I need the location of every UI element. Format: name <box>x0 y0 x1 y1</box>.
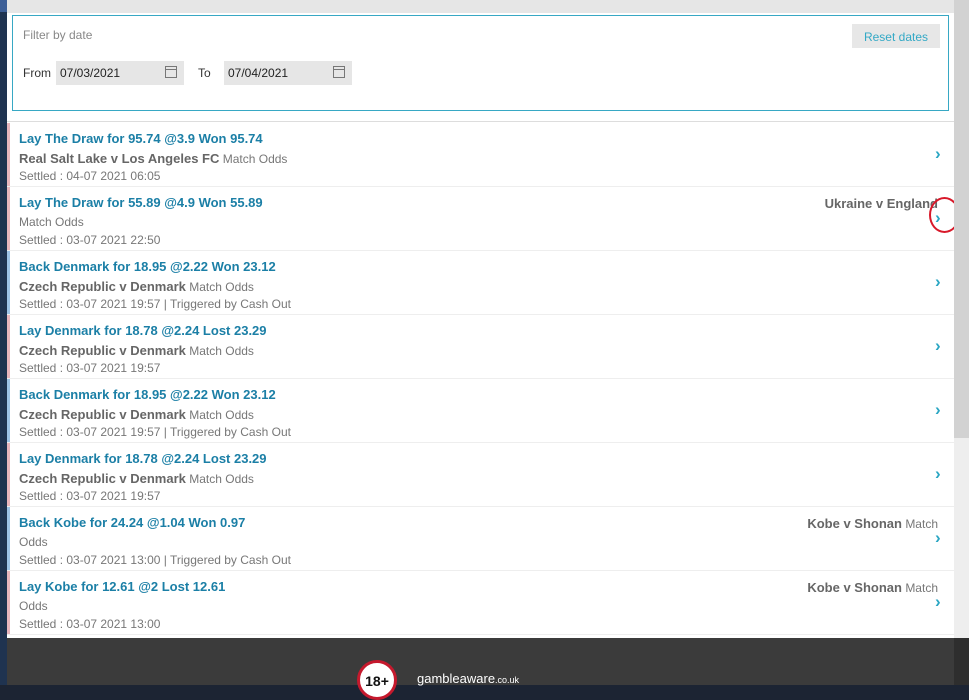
market-name: Match Odds <box>189 344 254 358</box>
event-name: Kobe v Shonan <box>807 516 902 531</box>
settled-text: Settled : 03-07 2021 13:00 <box>19 617 161 631</box>
market-name: Match Odds <box>222 152 288 166</box>
bet-title[interactable]: Back Kobe for 24.24 @1.04 Won 0.97 <box>19 515 245 530</box>
to-date-field[interactable] <box>224 61 352 85</box>
chevron-right-icon[interactable]: › <box>935 401 946 418</box>
bet-title[interactable]: Lay The Draw for 95.74 @3.9 Won 95.74 <box>19 131 263 146</box>
market-name: Match Odds <box>189 280 254 294</box>
chevron-right-icon[interactable]: › <box>935 145 946 162</box>
event-name: Czech Republic v Denmark <box>19 279 186 294</box>
settled-text: Settled : 03-07 2021 19:57 | Triggered b… <box>19 425 291 439</box>
market-name: Match <box>905 581 938 595</box>
bet-title[interactable]: Lay The Draw for 55.89 @4.9 Won 55.89 <box>19 195 263 210</box>
event-name: Czech Republic v Denmark <box>19 471 186 486</box>
chevron-right-icon[interactable]: › <box>935 465 946 482</box>
settled-text: Settled : 03-07 2021 19:57 <box>19 489 161 503</box>
event-name: Czech Republic v Denmark <box>19 343 186 358</box>
calendar-icon[interactable] <box>333 66 345 78</box>
divider <box>7 121 954 122</box>
status-bar <box>7 507 10 570</box>
chevron-right-icon[interactable]: › <box>935 337 946 354</box>
market-name: Match Odds <box>189 472 254 486</box>
chevron-right-icon[interactable]: › <box>935 273 946 290</box>
settled-text: Settled : 03-07 2021 19:57 <box>19 361 161 375</box>
settled-text: Settled : 04-07 2021 06:05 <box>19 169 161 183</box>
bet-row[interactable]: Lay The Draw for 95.74 @3.9 Won 95.74 Rea… <box>7 123 954 187</box>
bet-row[interactable]: Lay Kobe for 12.61 @2 Lost 12.61 Kobe v S… <box>7 571 954 635</box>
status-bar <box>7 443 10 506</box>
market-continued: Match Odds <box>19 215 84 229</box>
bet-row[interactable]: Lay Denmark for 18.78 @2.24 Lost 23.29 Cz… <box>7 315 954 379</box>
filter-label: Filter by date <box>23 28 93 42</box>
bet-row[interactable]: Lay Denmark for 18.78 @2.24 Lost 23.29 Cz… <box>7 443 954 507</box>
bet-history-panel: Filter by date Reset dates From To Lay T… <box>7 0 960 638</box>
event-info: Kobe v Shonan Match <box>807 580 938 595</box>
top-bar <box>7 0 954 13</box>
footer: 18+ gambleaware.co.uk <box>7 638 954 700</box>
settled-text: Settled : 03-07 2021 22:50 <box>19 233 161 247</box>
scrollbar-thumb[interactable] <box>954 0 969 438</box>
bet-title[interactable]: Back Denmark for 18.95 @2.22 Won 23.12 <box>19 259 276 274</box>
from-date-field[interactable] <box>56 61 184 85</box>
status-bar <box>7 571 10 634</box>
background-strip <box>0 0 7 685</box>
status-bar <box>7 187 10 250</box>
bet-row[interactable]: Back Denmark for 18.95 @2.22 Won 23.12 Cz… <box>7 379 954 443</box>
calendar-icon[interactable] <box>165 66 177 78</box>
from-label: From <box>23 66 51 80</box>
settled-text: Settled : 03-07 2021 19:57 | Triggered b… <box>19 297 291 311</box>
chevron-right-icon[interactable]: › <box>935 529 946 546</box>
age-badge: 18+ <box>357 660 397 700</box>
to-label: To <box>198 66 211 80</box>
status-bar <box>7 379 10 442</box>
event-info: Czech Republic v Denmark Match Odds <box>19 343 254 358</box>
market-name: Match Odds <box>189 408 254 422</box>
bet-row[interactable]: Back Kobe for 24.24 @1.04 Won 0.97 Kobe v… <box>7 507 954 571</box>
status-bar <box>7 123 10 186</box>
status-bar <box>7 315 10 378</box>
event-name: Czech Republic v Denmark <box>19 407 186 422</box>
event-info: Ukraine v England <box>825 196 938 211</box>
market-continued: Odds <box>19 535 48 549</box>
event-info: Real Salt Lake v Los Angeles FC Match Od… <box>19 151 287 166</box>
bet-list: Lay The Draw for 95.74 @3.9 Won 95.74 Rea… <box>7 123 960 635</box>
market-name: Match <box>905 517 938 531</box>
to-date-input[interactable] <box>228 64 318 82</box>
event-info: Czech Republic v Denmark Match Odds <box>19 279 254 294</box>
bet-title[interactable]: Lay Denmark for 18.78 @2.24 Lost 23.29 <box>19 323 267 338</box>
event-name: Kobe v Shonan <box>807 580 902 595</box>
from-date-input[interactable] <box>60 64 150 82</box>
gambleaware-suffix: .co.uk <box>495 675 520 685</box>
bet-row[interactable]: Lay The Draw for 55.89 @4.9 Won 55.89 Ukr… <box>7 187 960 251</box>
event-name: Ukraine v England <box>824 196 938 211</box>
event-info: Kobe v Shonan Match <box>807 516 938 531</box>
event-info: Czech Republic v Denmark Match Odds <box>19 471 254 486</box>
status-bar <box>7 251 10 314</box>
chevron-right-icon[interactable]: › <box>935 593 946 610</box>
bet-title[interactable]: Lay Denmark for 18.78 @2.24 Lost 23.29 <box>19 451 267 466</box>
event-info: Czech Republic v Denmark Match Odds <box>19 407 254 422</box>
date-filter: Filter by date Reset dates From To <box>12 15 949 111</box>
bet-row[interactable]: Back Denmark for 18.95 @2.22 Won 23.12 Cz… <box>7 251 954 315</box>
settled-text: Settled : 03-07 2021 13:00 | Triggered b… <box>19 553 291 567</box>
bet-title[interactable]: Lay Kobe for 12.61 @2 Lost 12.61 <box>19 579 225 594</box>
scrollbar[interactable] <box>954 0 969 638</box>
bet-title[interactable]: Back Denmark for 18.95 @2.22 Won 23.12 <box>19 387 276 402</box>
market-continued: Odds <box>19 599 48 613</box>
gambleaware-logo[interactable]: gambleaware.co.uk <box>417 671 519 686</box>
reset-dates-button[interactable]: Reset dates <box>852 24 940 48</box>
event-name: Real Salt Lake v Los Angeles FC <box>19 151 220 166</box>
gambleaware-name: gambleaware <box>417 671 496 686</box>
